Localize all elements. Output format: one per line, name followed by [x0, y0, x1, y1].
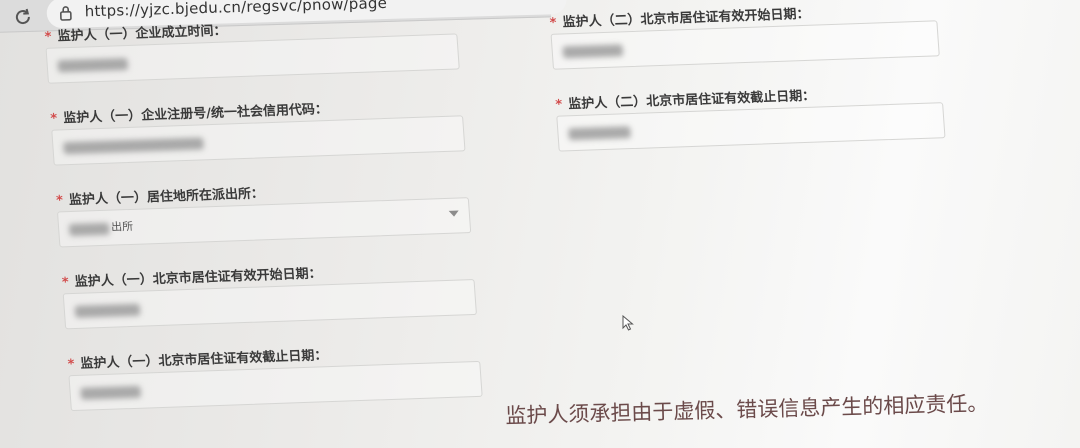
field-guardian1-credit-code: * 监护人（一）企业注册号/统一社会信用代码：	[46, 93, 471, 190]
field-guardian1-police-station: * 监护人（一）居住地所在派出所： 出所	[51, 175, 476, 272]
chevron-down-icon[interactable]	[448, 210, 460, 217]
field-guardian1-permit-start: * 监护人（一）北京市居住证有效开始日期：	[57, 257, 482, 354]
field-guardian2-permit-start: * 监护人（二）北京市居住证有效开始日期：	[545, 0, 945, 94]
screen: https://yjzc.bjedu.cn/regsvc/pnow/page *…	[0, 0, 1080, 448]
form-left-column: * 监护人（一）企业成立时间： * 监护人（一）企业注册号/统一社会信用代码： * 监…	[40, 11, 488, 435]
lock-icon[interactable]	[59, 5, 73, 21]
required-star: *	[55, 193, 64, 209]
blurred-value	[562, 44, 624, 59]
required-star: *	[61, 275, 70, 291]
required-star: *	[44, 29, 53, 45]
required-star: *	[555, 97, 563, 113]
blurred-value	[57, 57, 129, 73]
form-right-column: * 监护人（二）北京市居住证有效开始日期： * 监护人（二）北京市居住证有效截止日期…	[545, 0, 951, 176]
blurred-value	[80, 385, 142, 400]
field-guardian1-company-founded: * 监护人（一）企业成立时间：	[40, 11, 465, 108]
liability-notice: 监护人须承担由于虚假、错误信息产生的相应责任。	[505, 391, 989, 428]
reload-icon[interactable]	[13, 7, 34, 28]
field-guardian2-permit-end: * 监护人（二）北京市居住证有效截止日期：	[551, 80, 951, 176]
blurred-value	[74, 303, 141, 318]
mouse-cursor-icon	[622, 315, 634, 331]
blurred-value	[568, 126, 631, 141]
required-star: *	[50, 111, 58, 127]
value-suffix: 出所	[110, 219, 134, 234]
blurred-value	[63, 137, 204, 155]
required-star: *	[549, 15, 558, 31]
field-guardian1-permit-end: * 监护人（一）北京市居住证有效截止日期：	[63, 339, 488, 436]
blurred-value	[68, 222, 110, 237]
required-star: *	[67, 357, 76, 373]
